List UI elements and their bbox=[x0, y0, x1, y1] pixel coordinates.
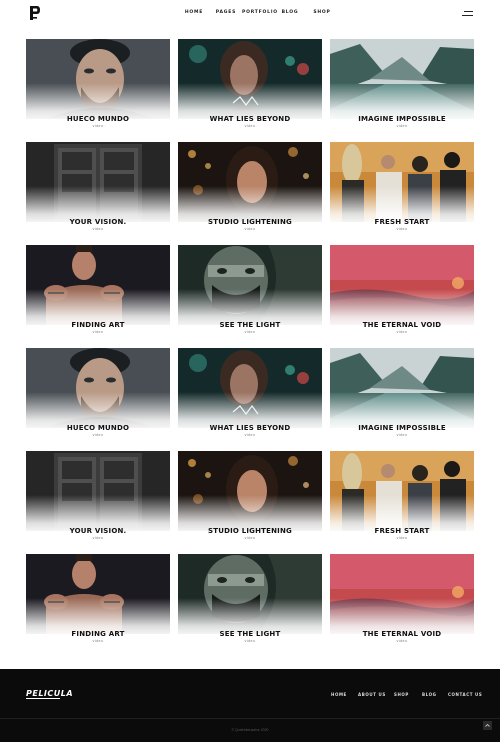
portfolio-item-title[interactable]: STUDIO LIGHTENING bbox=[178, 527, 322, 535]
portfolio-item[interactable]: IMAGINE IMPOSSIBLE video bbox=[330, 348, 474, 441]
nav-home[interactable]: HOME bbox=[178, 10, 210, 15]
portfolio-item-title[interactable]: YOUR VISION. bbox=[26, 218, 170, 226]
portfolio-item[interactable]: STUDIO LIGHTENING video bbox=[178, 142, 322, 235]
footer-logo[interactable]: PELICULA bbox=[26, 689, 73, 698]
portfolio-item[interactable]: THE ETERNAL VOID video bbox=[330, 554, 474, 647]
portfolio-item[interactable]: FINDING ART video bbox=[26, 245, 170, 338]
portfolio-item-category[interactable]: video bbox=[178, 227, 322, 231]
footer-nav-contact[interactable]: CONTACT US bbox=[448, 692, 482, 697]
main-nav: HOME PAGES PORTFOLIO BLOG SHOP bbox=[178, 10, 338, 15]
portfolio-item-title[interactable]: FINDING ART bbox=[26, 321, 170, 329]
portfolio-item-title[interactable]: THE ETERNAL VOID bbox=[330, 630, 474, 638]
site-header: HOME PAGES PORTFOLIO BLOG SHOP bbox=[0, 0, 500, 30]
footer-nav-shop[interactable]: SHOP bbox=[394, 692, 409, 697]
portfolio-item-category[interactable]: video bbox=[178, 433, 322, 437]
nav-shop[interactable]: SHOP bbox=[306, 10, 338, 15]
arrow-up-icon bbox=[485, 723, 490, 727]
nav-pages[interactable]: PAGES bbox=[210, 10, 242, 15]
menu-icon[interactable] bbox=[462, 11, 473, 17]
portfolio-item-category[interactable]: video bbox=[330, 536, 474, 540]
portfolio-item-title[interactable]: SEE THE LIGHT bbox=[178, 630, 322, 638]
portfolio-item-category[interactable]: video bbox=[330, 330, 474, 334]
portfolio-item[interactable]: SEE THE LIGHT video bbox=[178, 554, 322, 647]
footer-nav-home[interactable]: HOME bbox=[331, 692, 347, 697]
portfolio-item-category[interactable]: video bbox=[26, 330, 170, 334]
portfolio-item-title[interactable]: STUDIO LIGHTENING bbox=[178, 218, 322, 226]
portfolio-item-title[interactable]: HUECO MUNDO bbox=[26, 115, 170, 123]
portfolio-item-title[interactable]: HUECO MUNDO bbox=[26, 424, 170, 432]
portfolio-item[interactable]: HUECO MUNDO video bbox=[26, 39, 170, 132]
portfolio-item[interactable]: FRESH START video bbox=[330, 142, 474, 235]
portfolio-item-category[interactable]: video bbox=[178, 536, 322, 540]
portfolio-item-title[interactable]: THE ETERNAL VOID bbox=[330, 321, 474, 329]
portfolio-item-title[interactable]: WHAT LIES BEYOND bbox=[178, 115, 322, 123]
portfolio-item[interactable]: SEE THE LIGHT video bbox=[178, 245, 322, 338]
back-to-top-button[interactable] bbox=[483, 721, 492, 730]
portfolio-item-category[interactable]: video bbox=[330, 227, 474, 231]
portfolio-item[interactable]: FINDING ART video bbox=[26, 554, 170, 647]
portfolio-item-category[interactable]: video bbox=[26, 433, 170, 437]
copyright-text: © QodeInteractive 2020 bbox=[231, 728, 269, 732]
footer-nav-blog[interactable]: BLOG bbox=[422, 692, 437, 697]
portfolio-item[interactable]: FRESH START video bbox=[330, 451, 474, 544]
site-footer: PELICULA HOME ABOUT US SHOP BLOG CONTACT… bbox=[0, 669, 500, 742]
portfolio-item-title[interactable]: WHAT LIES BEYOND bbox=[178, 424, 322, 432]
portfolio-item-category[interactable]: video bbox=[26, 227, 170, 231]
nav-blog[interactable]: BLOG bbox=[274, 10, 306, 15]
portfolio-item-title[interactable]: YOUR VISION. bbox=[26, 527, 170, 535]
portfolio-item-title[interactable]: IMAGINE IMPOSSIBLE bbox=[330, 115, 474, 123]
portfolio-item-category[interactable]: video bbox=[330, 124, 474, 128]
portfolio-item-title[interactable]: FINDING ART bbox=[26, 630, 170, 638]
footer-nav-about[interactable]: ABOUT US bbox=[358, 692, 386, 697]
footer-logo-underline bbox=[26, 698, 60, 699]
nav-portfolio[interactable]: PORTFOLIO bbox=[242, 10, 277, 15]
portfolio-item-title[interactable]: FRESH START bbox=[330, 527, 474, 535]
portfolio-item-title[interactable]: FRESH START bbox=[330, 218, 474, 226]
portfolio-item[interactable]: WHAT LIES BEYOND video bbox=[178, 39, 322, 132]
portfolio-item-category[interactable]: video bbox=[178, 330, 322, 334]
portfolio-item-title[interactable]: IMAGINE IMPOSSIBLE bbox=[330, 424, 474, 432]
portfolio-item[interactable]: YOUR VISION. video bbox=[26, 451, 170, 544]
portfolio-item[interactable]: STUDIO LIGHTENING video bbox=[178, 451, 322, 544]
portfolio-item-category[interactable]: video bbox=[26, 536, 170, 540]
portfolio-item-category[interactable]: video bbox=[26, 639, 170, 643]
portfolio-item-category[interactable]: video bbox=[178, 639, 322, 643]
portfolio-item[interactable]: HUECO MUNDO video bbox=[26, 348, 170, 441]
site-logo[interactable] bbox=[29, 5, 41, 21]
footer-divider bbox=[0, 718, 500, 719]
portfolio-item[interactable]: IMAGINE IMPOSSIBLE video bbox=[330, 39, 474, 132]
portfolio-item[interactable]: WHAT LIES BEYOND video bbox=[178, 348, 322, 441]
portfolio-item-title[interactable]: SEE THE LIGHT bbox=[178, 321, 322, 329]
portfolio-item[interactable]: THE ETERNAL VOID video bbox=[330, 245, 474, 338]
portfolio-item-category[interactable]: video bbox=[26, 124, 170, 128]
portfolio-item-category[interactable]: video bbox=[330, 433, 474, 437]
portfolio-item-category[interactable]: video bbox=[330, 639, 474, 643]
portfolio-item[interactable]: YOUR VISION. video bbox=[26, 142, 170, 235]
portfolio-item-category[interactable]: video bbox=[178, 124, 322, 128]
